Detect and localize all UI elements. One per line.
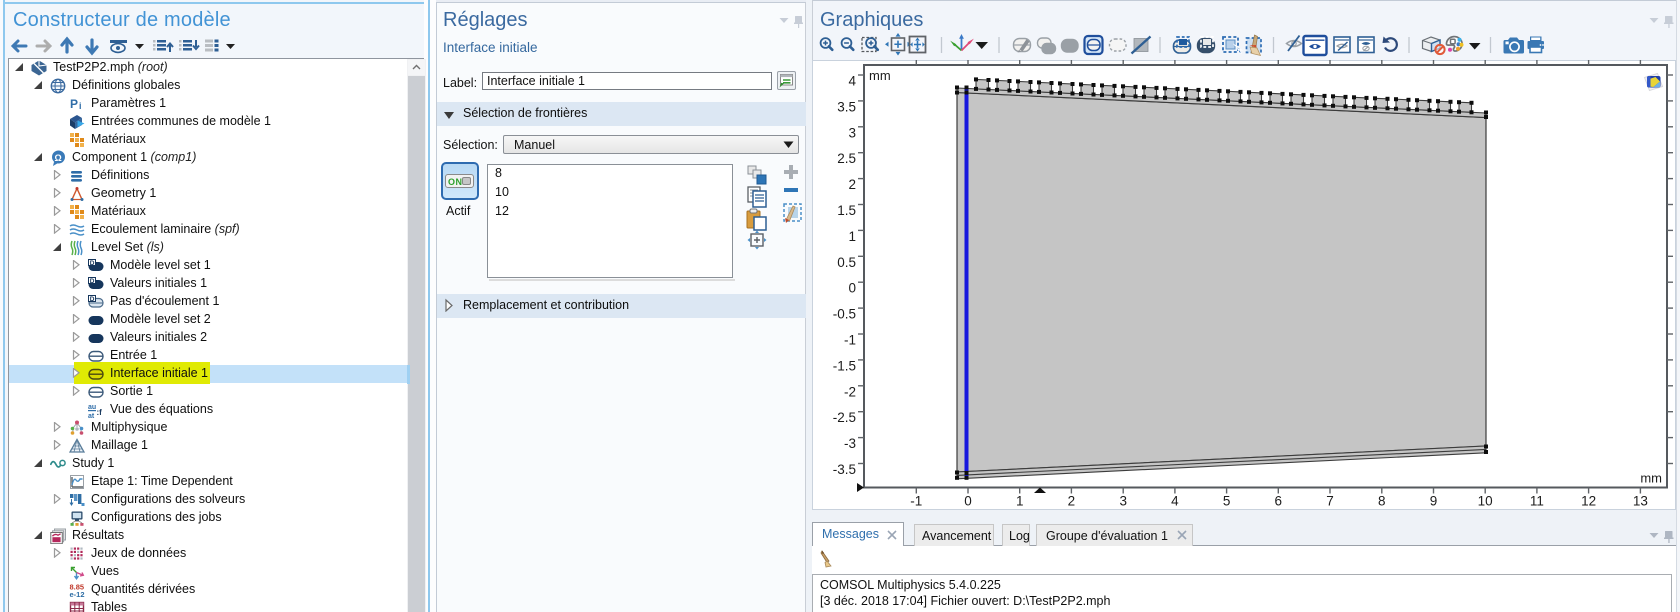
svg-text:2: 2: [848, 177, 856, 192]
svg-text:-3.5: -3.5: [833, 462, 856, 477]
svg-text:D: D: [90, 278, 95, 285]
svg-text:0: 0: [848, 281, 856, 296]
svg-text:0: 0: [964, 494, 972, 509]
svg-text:e-12: e-12: [70, 590, 85, 598]
svg-text:8: 8: [1378, 494, 1386, 509]
svg-text:P: P: [70, 97, 78, 111]
svg-text:mm: mm: [869, 68, 891, 83]
svg-text:1: 1: [848, 229, 856, 244]
svg-text:4: 4: [848, 74, 856, 89]
svg-text:Ω: Ω: [55, 153, 62, 163]
svg-text:-1.5: -1.5: [833, 358, 856, 373]
svg-text:1.5: 1.5: [837, 203, 856, 218]
svg-text:6: 6: [1275, 494, 1283, 509]
svg-text:4: 4: [1171, 494, 1179, 509]
svg-text:-3: -3: [844, 436, 856, 451]
svg-text:13: 13: [1633, 494, 1648, 509]
svg-text:2: 2: [1068, 494, 1076, 509]
svg-text:7: 7: [1326, 494, 1334, 509]
svg-text:10: 10: [1478, 494, 1493, 509]
svg-text:D: D: [90, 296, 95, 303]
svg-text:11: 11: [1530, 494, 1544, 509]
svg-text:-1: -1: [844, 333, 856, 348]
svg-text:2.5: 2.5: [837, 151, 856, 166]
svg-text:12: 12: [1581, 494, 1596, 509]
svg-text:au: au: [88, 404, 96, 411]
svg-text:9: 9: [1430, 494, 1438, 509]
svg-text:3: 3: [848, 125, 856, 140]
svg-text:i: i: [79, 101, 82, 111]
svg-text:0.5: 0.5: [837, 255, 856, 270]
svg-text:5: 5: [1223, 494, 1231, 509]
svg-text:-0.5: -0.5: [833, 307, 856, 322]
svg-text:1: 1: [1016, 494, 1024, 509]
svg-text:3: 3: [1119, 494, 1127, 509]
svg-text:at: at: [88, 413, 95, 418]
svg-text:-2: -2: [844, 384, 856, 399]
svg-text:-1: -1: [910, 494, 922, 509]
svg-text::f: :f: [97, 408, 103, 417]
svg-text:mm: mm: [1640, 471, 1662, 486]
svg-text:D: D: [90, 260, 95, 267]
svg-text:-2.5: -2.5: [833, 410, 856, 425]
svg-text:3.5: 3.5: [837, 99, 856, 114]
